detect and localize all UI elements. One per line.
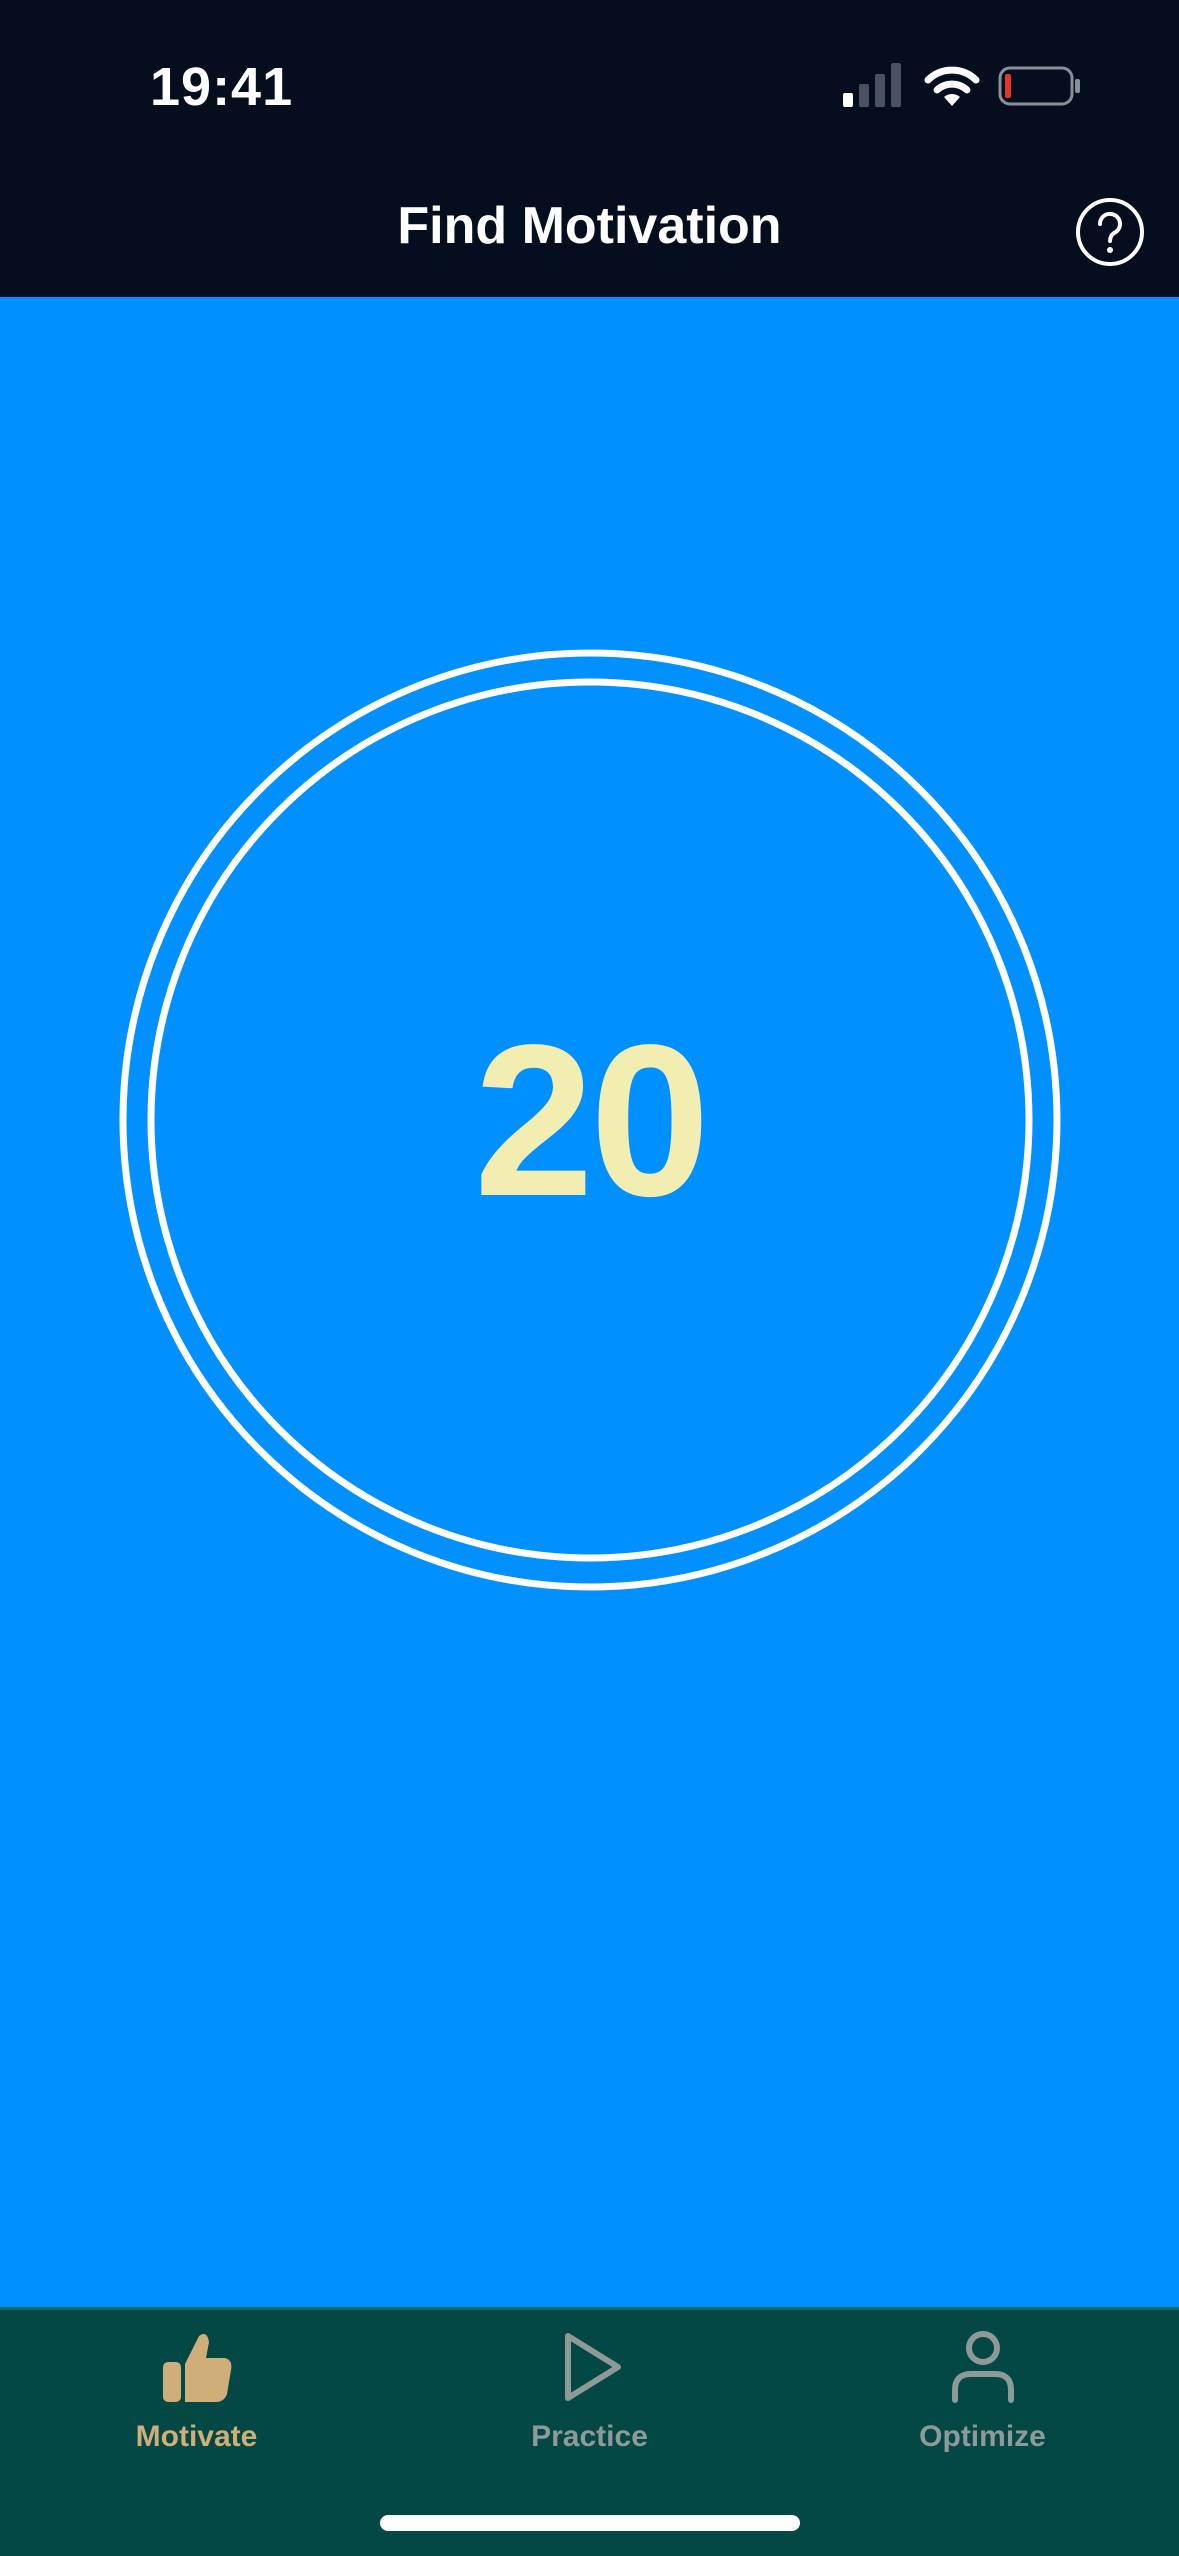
tab-label-motivate: Motivate bbox=[135, 2420, 258, 2453]
battery-low-icon bbox=[998, 66, 1080, 106]
tab-practice[interactable]: Practice bbox=[393, 2310, 786, 2500]
person-icon bbox=[952, 2331, 1014, 2403]
page-title: Find Motivation bbox=[397, 197, 782, 255]
tab-optimize[interactable]: Optimize bbox=[786, 2310, 1179, 2500]
home-indicator bbox=[380, 2515, 800, 2531]
thumbs-up-icon bbox=[163, 2334, 232, 2402]
status-time: 19:41 bbox=[150, 57, 294, 117]
wifi-icon bbox=[924, 66, 980, 106]
tab-motivate[interactable]: Motivate bbox=[0, 2310, 393, 2500]
play-icon bbox=[565, 2333, 621, 2401]
top-bar: 19:41 Find Motivation bbox=[0, 0, 1179, 297]
signal-icon bbox=[843, 63, 901, 107]
help-button[interactable] bbox=[1075, 197, 1145, 267]
tab-label-optimize: Optimize bbox=[919, 2420, 1046, 2453]
question-circle-icon bbox=[1076, 198, 1144, 266]
app-screen: 19:41 Find Motivation 20 Motivate Practi… bbox=[0, 0, 1179, 2556]
counter-value: 20 bbox=[473, 998, 710, 1241]
motivation-counter-button[interactable]: 20 bbox=[118, 648, 1062, 1592]
tab-label-practice: Practice bbox=[531, 2420, 648, 2453]
